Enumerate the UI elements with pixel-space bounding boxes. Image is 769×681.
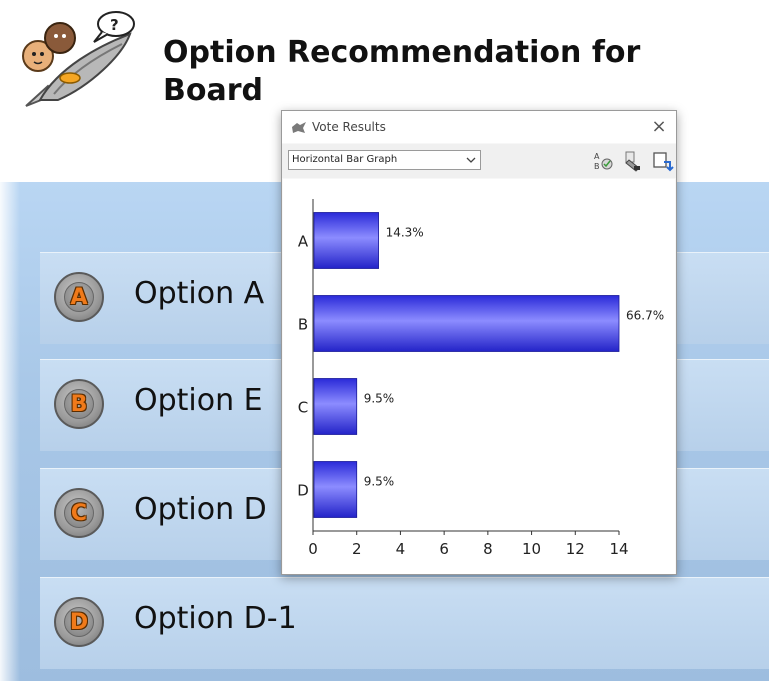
option-letter-d: D: [64, 607, 94, 637]
x-tick-label-6: 6: [439, 540, 449, 558]
category-label-b: B: [298, 316, 308, 334]
slide-title: Option Recommendation for Board: [163, 34, 703, 110]
category-label-d: D: [297, 482, 309, 500]
mascot-rocket-icon: ?: [22, 11, 135, 107]
slide-title-line2: Board: [163, 73, 263, 108]
bar-c: [313, 378, 358, 435]
data-label-d: 9.5%: [364, 475, 395, 489]
option-label-c: Option D: [134, 492, 267, 527]
label-toggle-icon[interactable]: A B: [592, 150, 614, 172]
eraser-icon[interactable]: [622, 150, 644, 172]
option-badge-a: A: [54, 272, 104, 322]
x-tick-label-0: 0: [308, 540, 318, 558]
svg-text:?: ?: [110, 16, 119, 34]
data-label-c: 9.5%: [364, 392, 395, 406]
option-letter-a: A: [64, 282, 94, 312]
slide-title-line1: Option Recommendation for: [163, 35, 641, 70]
bar-b: [313, 295, 620, 352]
option-badge-c: C: [54, 488, 104, 538]
chevron-down-icon: [466, 157, 476, 163]
category-label-a: A: [298, 233, 309, 251]
option-letter-c: C: [64, 498, 94, 528]
dialog-titlebar[interactable]: Vote Results ×: [282, 111, 676, 143]
option-letter-b: B: [64, 389, 94, 419]
option-label-a: Option A: [134, 276, 265, 311]
bar-a: [313, 212, 379, 269]
export-icon[interactable]: [652, 150, 674, 172]
dialog-title: Vote Results: [312, 120, 386, 134]
data-label-b: 66.7%: [626, 309, 664, 323]
x-tick-label-2: 2: [352, 540, 362, 558]
svg-text:B: B: [594, 162, 600, 171]
dialog-toolbar: Horizontal Bar Graph A B: [282, 144, 676, 178]
x-tick-label-10: 10: [522, 540, 541, 558]
chart-type-value: Horizontal Bar Graph: [292, 154, 398, 165]
option-label-b: Option E: [134, 383, 263, 418]
svg-text:A: A: [594, 152, 600, 161]
horizontal-bar-chart: A 14.3% B 66.7% C 9.5% D 9.5% 0 2 4 6 8 10 12 14: [297, 199, 664, 558]
option-badge-d: D: [54, 597, 104, 647]
chart-type-select[interactable]: Horizontal Bar Graph: [288, 150, 481, 170]
x-tick-label-4: 4: [396, 540, 406, 558]
left-edge-decoration: [0, 0, 20, 681]
option-row-d: D Option D-1: [40, 577, 769, 669]
vote-results-dialog: Vote Results × Horizontal Bar Graph A B: [281, 110, 677, 575]
bar-d: [313, 461, 358, 518]
data-label-a: 14.3%: [386, 226, 424, 240]
category-label-c: C: [298, 399, 308, 417]
option-label-d: Option D-1: [134, 601, 297, 636]
x-tick-label-14: 14: [609, 540, 628, 558]
close-icon[interactable]: ×: [648, 116, 670, 138]
x-tick-label-8: 8: [483, 540, 493, 558]
vote-results-chart: A 14.3% B 66.7% C 9.5% D 9.5% 0 2 4 6 8 10 12 14: [283, 179, 675, 574]
option-badge-b: B: [54, 379, 104, 429]
vote-results-app-icon: [292, 122, 306, 133]
x-tick-label-12: 12: [566, 540, 585, 558]
